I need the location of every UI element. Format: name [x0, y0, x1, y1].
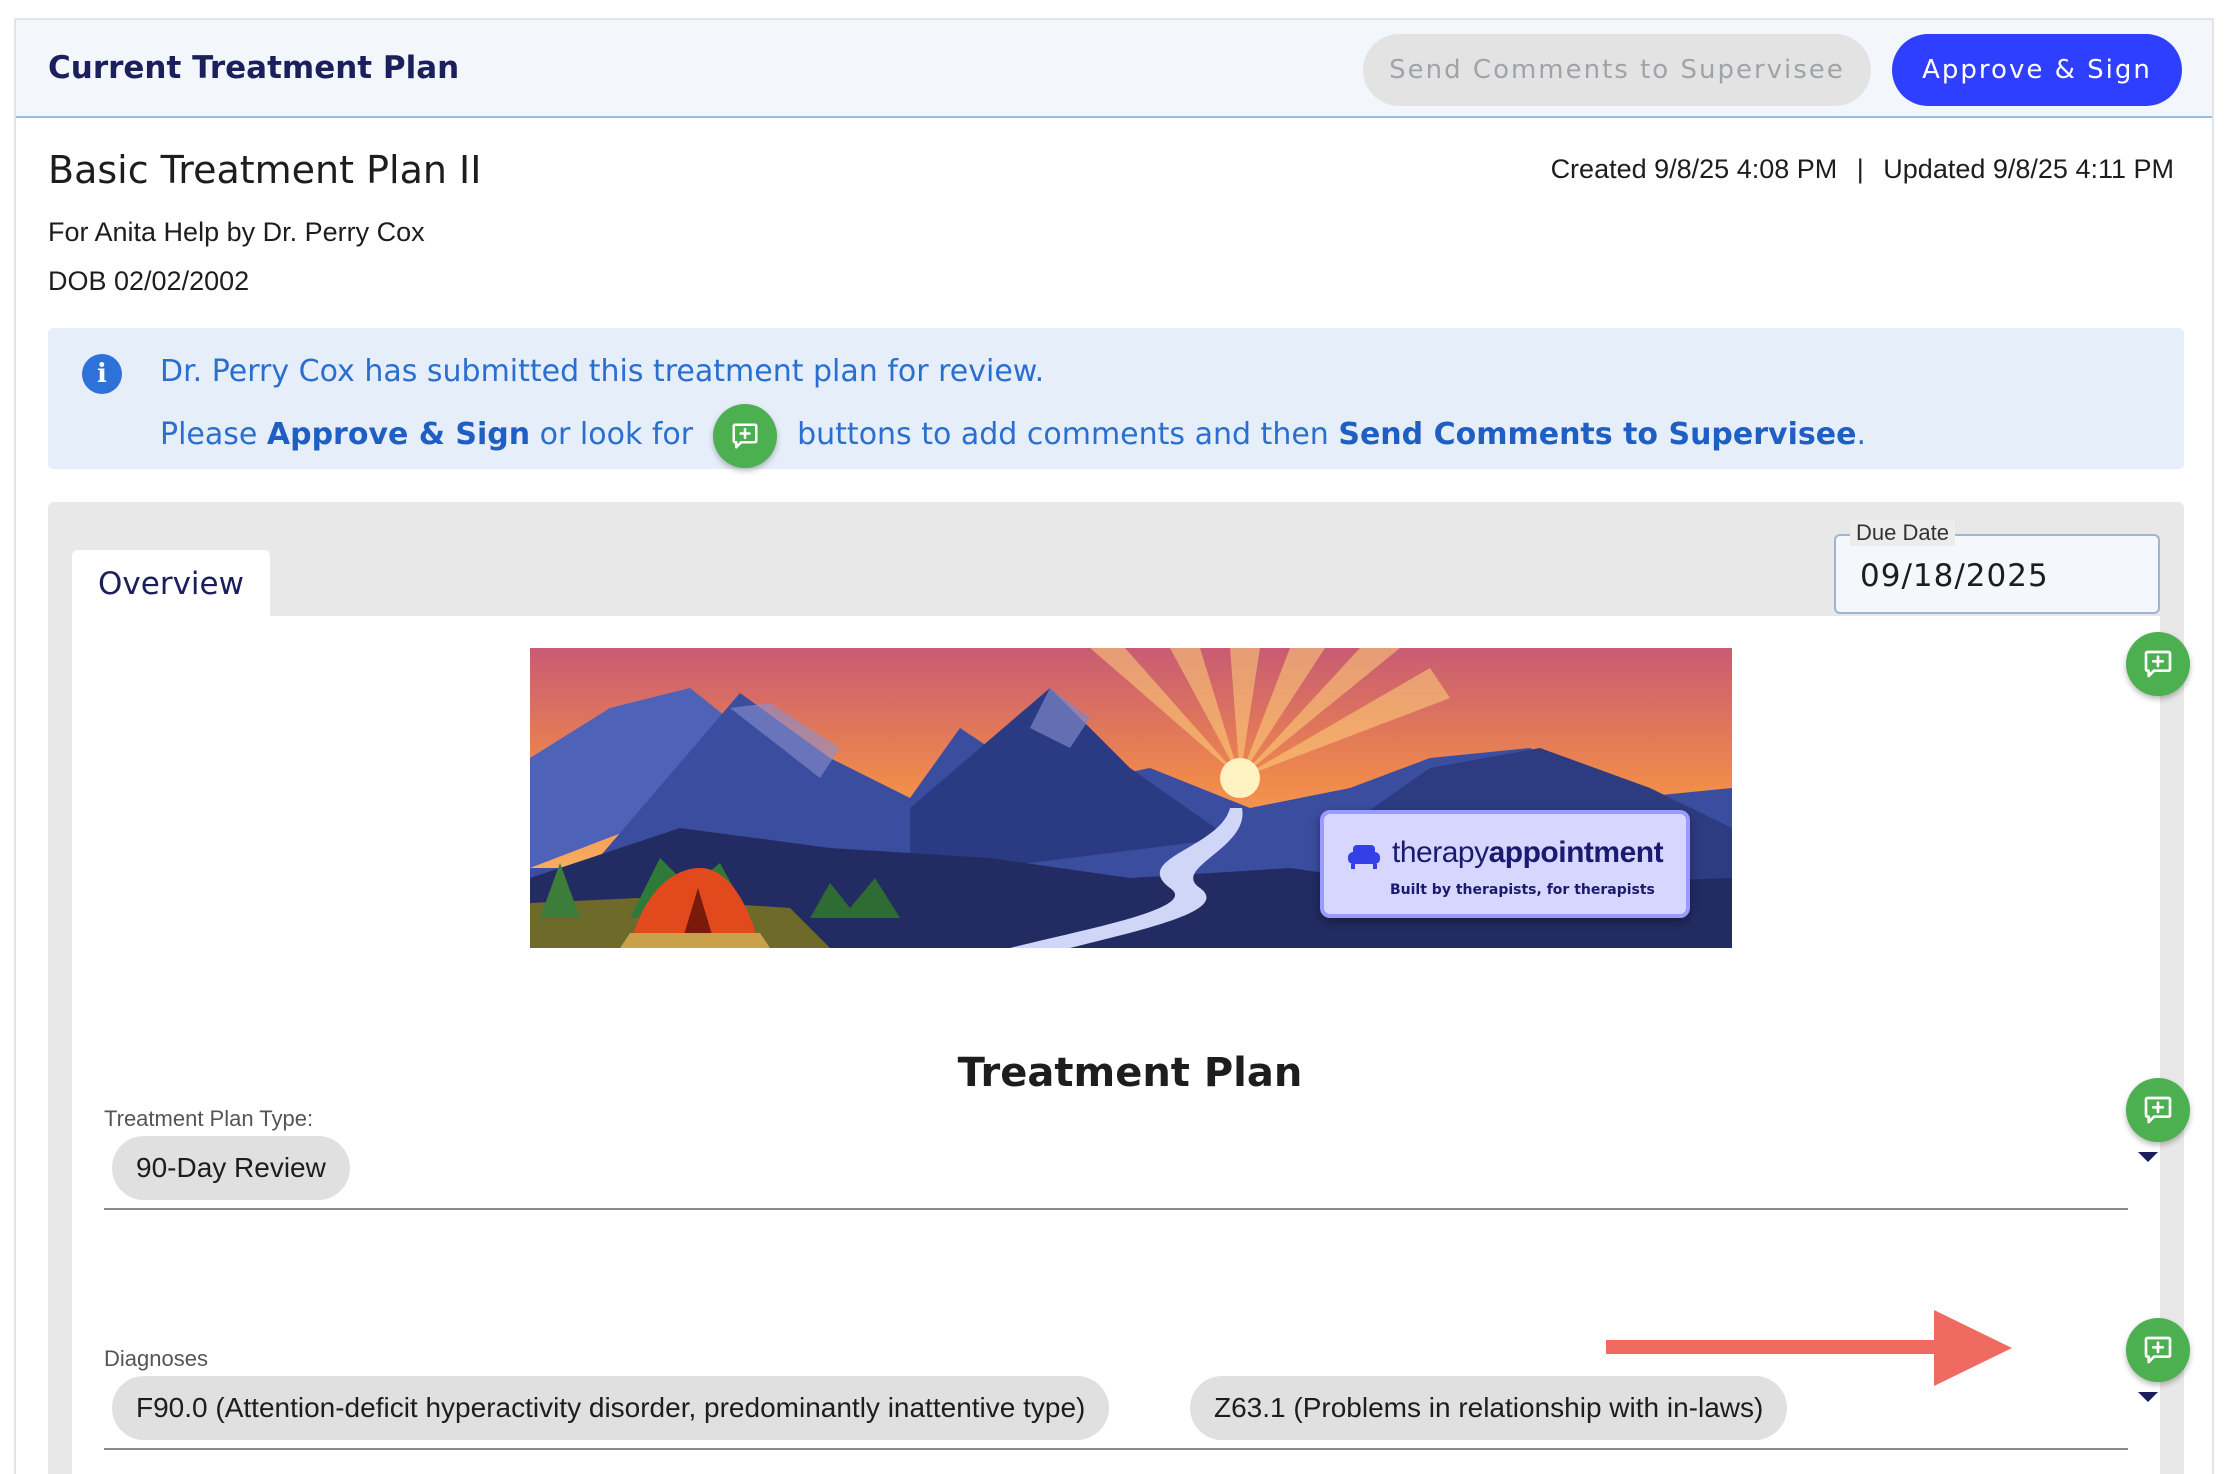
plan-dob: DOB 02/02/2002: [48, 266, 250, 296]
add-comment-button-diagnoses[interactable]: [2126, 1318, 2190, 1382]
due-date-field[interactable]: Due Date 09/18/2025: [1834, 520, 2160, 614]
created-date: Created 9/8/25 4:08 PM: [1550, 154, 1838, 184]
diagnosis-chip[interactable]: F90.0 (Attention-deficit hyperactivity d…: [112, 1376, 1110, 1440]
diagnosis-chip[interactable]: Z63.1 (Problems in relationship with in-…: [1190, 1376, 1788, 1440]
diagnoses-underline: [104, 1448, 2128, 1450]
plan-title: Basic Treatment Plan II: [48, 148, 482, 192]
add-comment-button-plan-type[interactable]: [2126, 1078, 2190, 1142]
review-info-banner: i Dr. Perry Cox has submitted this treat…: [48, 328, 2184, 469]
plan-type-label: Treatment Plan Type:: [104, 1106, 314, 1131]
info-line-1: Dr. Perry Cox has submitted this treatme…: [160, 354, 1045, 389]
plan-card: Overview Due Date 09/18/2025 therapyappo…: [48, 502, 2190, 1474]
treatment-plan-window: Current Treatment Plan Send Comments to …: [14, 18, 2214, 1474]
logo-wordmark-light: therapy: [1392, 836, 1489, 869]
date-separator: |: [1856, 154, 1864, 184]
logo-wordmark-bold: appointment: [1488, 836, 1664, 869]
add-comment-icon: [2144, 650, 2172, 678]
couch-icon: [1348, 845, 1380, 869]
due-date-label: Due Date: [1850, 520, 1955, 546]
info-send-ref: Send Comments to Supervisee: [1338, 416, 1857, 452]
plan-client-provider: For Anita Help by Dr. Perry Cox: [48, 217, 425, 247]
approve-sign-button[interactable]: Approve & Sign: [1892, 34, 2182, 106]
diagnoses-label: Diagnoses: [104, 1346, 208, 1371]
info-text-look: or look for: [530, 416, 694, 452]
therapyappointment-logo: therapyappointment Built by therapists, …: [1320, 810, 1690, 918]
plan-type-underline: [104, 1208, 2128, 1210]
info-text-buttons: buttons to add comments and then: [797, 416, 1339, 452]
annotation-arrow-shaft: [1606, 1340, 1940, 1354]
caret-down-icon[interactable]: [2138, 1392, 2158, 1402]
info-text-end: .: [1856, 416, 1866, 452]
info-approve-ref: Approve & Sign: [266, 416, 531, 452]
caret-down-icon[interactable]: [2138, 1152, 2158, 1162]
add-comment-icon: [2144, 1096, 2172, 1124]
info-icon: i: [82, 354, 122, 394]
tab-overview[interactable]: Overview: [72, 550, 270, 618]
plan-type-chip[interactable]: 90-Day Review: [112, 1136, 350, 1200]
add-comment-icon: [713, 404, 778, 468]
header-banner-image: therapyappointment Built by therapists, …: [530, 648, 1732, 948]
updated-date: Updated 9/8/25 4:11 PM: [1883, 154, 2174, 184]
add-comment-icon: [2144, 1336, 2172, 1364]
section-title: Treatment Plan: [957, 1050, 1303, 1096]
page-title: Current Treatment Plan: [48, 50, 460, 86]
annotation-arrow-head: [1934, 1310, 2012, 1386]
logo-wordmark: therapyappointment: [1392, 836, 1664, 870]
info-line-2: Please Approve & Sign or look for button…: [160, 402, 1866, 468]
plan-dates: Created 9/8/25 4:08 PM | Updated 9/8/25 …: [1551, 154, 2174, 185]
send-comments-button[interactable]: Send Comments to Supervisee: [1363, 34, 1871, 106]
logo-tagline: Built by therapists, for therapists: [1390, 882, 1655, 898]
due-date-value: 09/18/2025: [1860, 558, 2049, 594]
info-text-please: Please: [160, 416, 267, 452]
add-comment-button-banner[interactable]: [2126, 632, 2190, 696]
header-bar: Current Treatment Plan Send Comments to …: [16, 20, 2212, 118]
